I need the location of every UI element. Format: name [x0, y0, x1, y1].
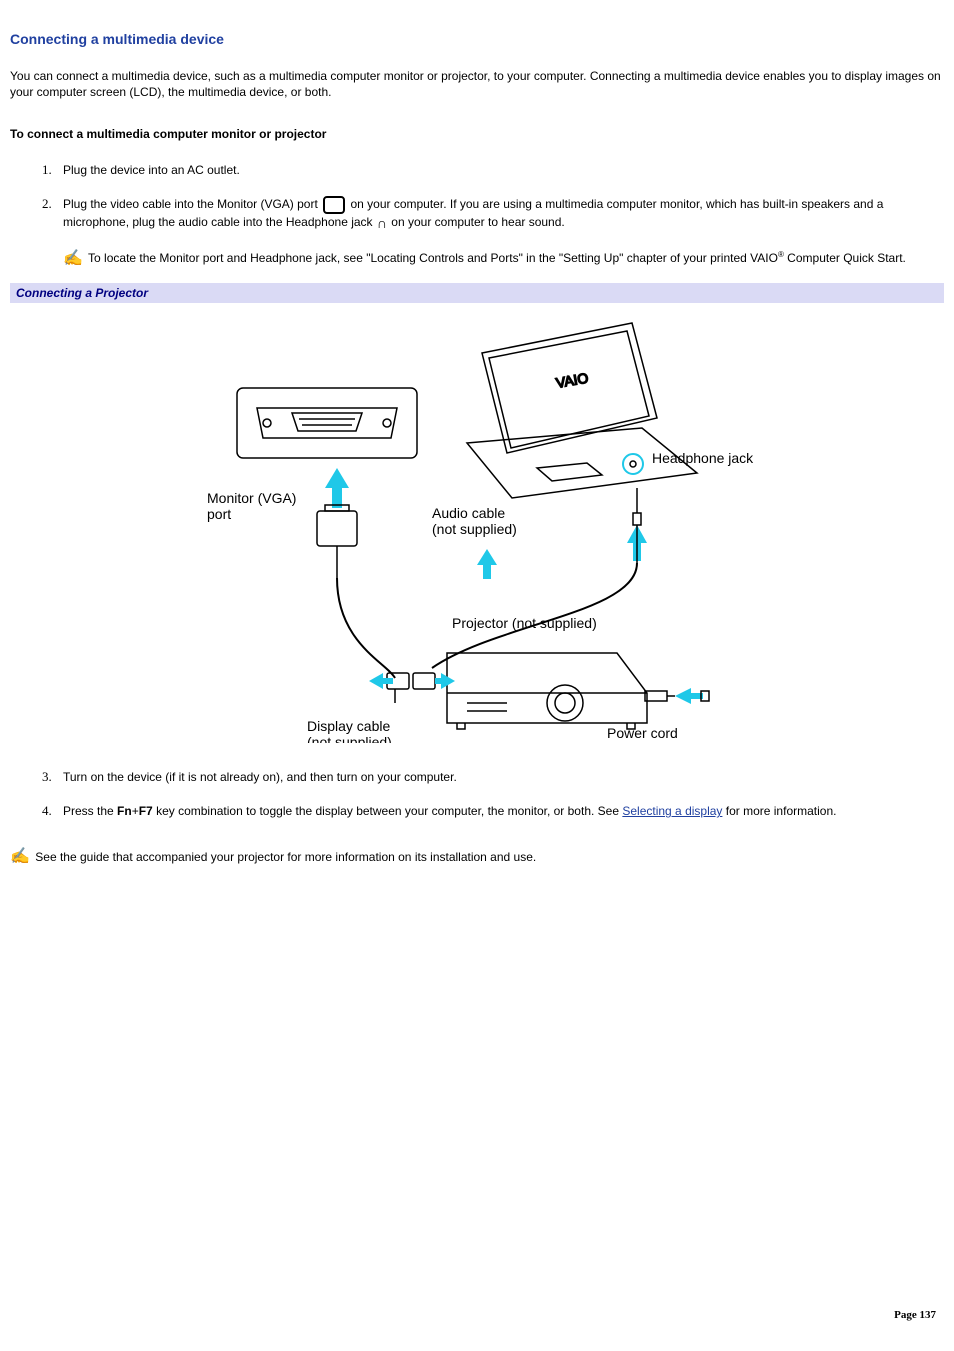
- page-title: Connecting a multimedia device: [10, 30, 944, 50]
- step-4: Press the Fn+F7 key combination to toggl…: [55, 802, 944, 820]
- step-2-note-a: To locate the Monitor port and Headphone…: [88, 251, 778, 265]
- step-4-text-c: for more information.: [722, 804, 836, 818]
- page-number: Page 137: [894, 1308, 936, 1323]
- step-3: Turn on the device (if it is not already…: [55, 768, 944, 786]
- svg-text:Projector (not supplied): Projector (not supplied): [452, 615, 597, 631]
- link-selecting-display[interactable]: Selecting a display: [622, 804, 722, 818]
- step-2-note: ✍ To locate the Monitor port and Headpho…: [63, 249, 944, 267]
- key-fn: Fn: [117, 804, 132, 818]
- svg-text:Power cord: Power cord: [607, 725, 678, 741]
- headphone-icon: ∩: [377, 216, 387, 230]
- svg-text:Headphone jack: Headphone jack: [652, 450, 754, 466]
- svg-text:Monitor (VGA)port: Monitor (VGA)port: [207, 490, 296, 522]
- steps-list: Plug the device into an AC outlet. Plug …: [10, 161, 944, 267]
- key-f7: F7: [139, 804, 153, 818]
- projector-diagram-svg: VAIO: [177, 313, 777, 743]
- svg-text:VAIO: VAIO: [555, 370, 590, 391]
- hand-note-icon: ✍: [10, 849, 30, 865]
- svg-text:Audio cable(not supplied): Audio cable(not supplied): [432, 505, 517, 537]
- svg-text:Display cable(not supplied): Display cable(not supplied): [307, 718, 392, 743]
- step-4-text-b: key combination to toggle the display be…: [153, 804, 623, 818]
- step-1: Plug the device into an AC outlet.: [55, 161, 944, 179]
- intro-paragraph: You can connect a multimedia device, suc…: [10, 68, 944, 102]
- subtitle: To connect a multimedia computer monitor…: [10, 126, 944, 143]
- bottom-note: ✍ See the guide that accompanied your pr…: [10, 849, 944, 866]
- section-bar: Connecting a Projector: [10, 283, 944, 304]
- step-2: Plug the video cable into the Monitor (V…: [55, 195, 944, 266]
- steps-list-cont: Turn on the device (if it is not already…: [10, 768, 944, 820]
- step-2-text-c: on your computer to hear sound.: [388, 215, 565, 229]
- diagram-connecting-projector: VAIO: [10, 313, 944, 748]
- step-3-text: Turn on the device (if it is not already…: [63, 770, 457, 784]
- vga-port-icon: [323, 196, 345, 214]
- step-4-text-a: Press the: [63, 804, 117, 818]
- step-1-text: Plug the device into an AC outlet.: [63, 163, 240, 177]
- bottom-note-text: See the guide that accompanied your proj…: [35, 850, 536, 864]
- step-4-plus: +: [132, 804, 139, 818]
- step-2-text-a: Plug the video cable into the Monitor (V…: [63, 197, 321, 211]
- step-2-note-b: Computer Quick Start.: [784, 251, 906, 265]
- hand-note-icon: ✍: [63, 251, 83, 267]
